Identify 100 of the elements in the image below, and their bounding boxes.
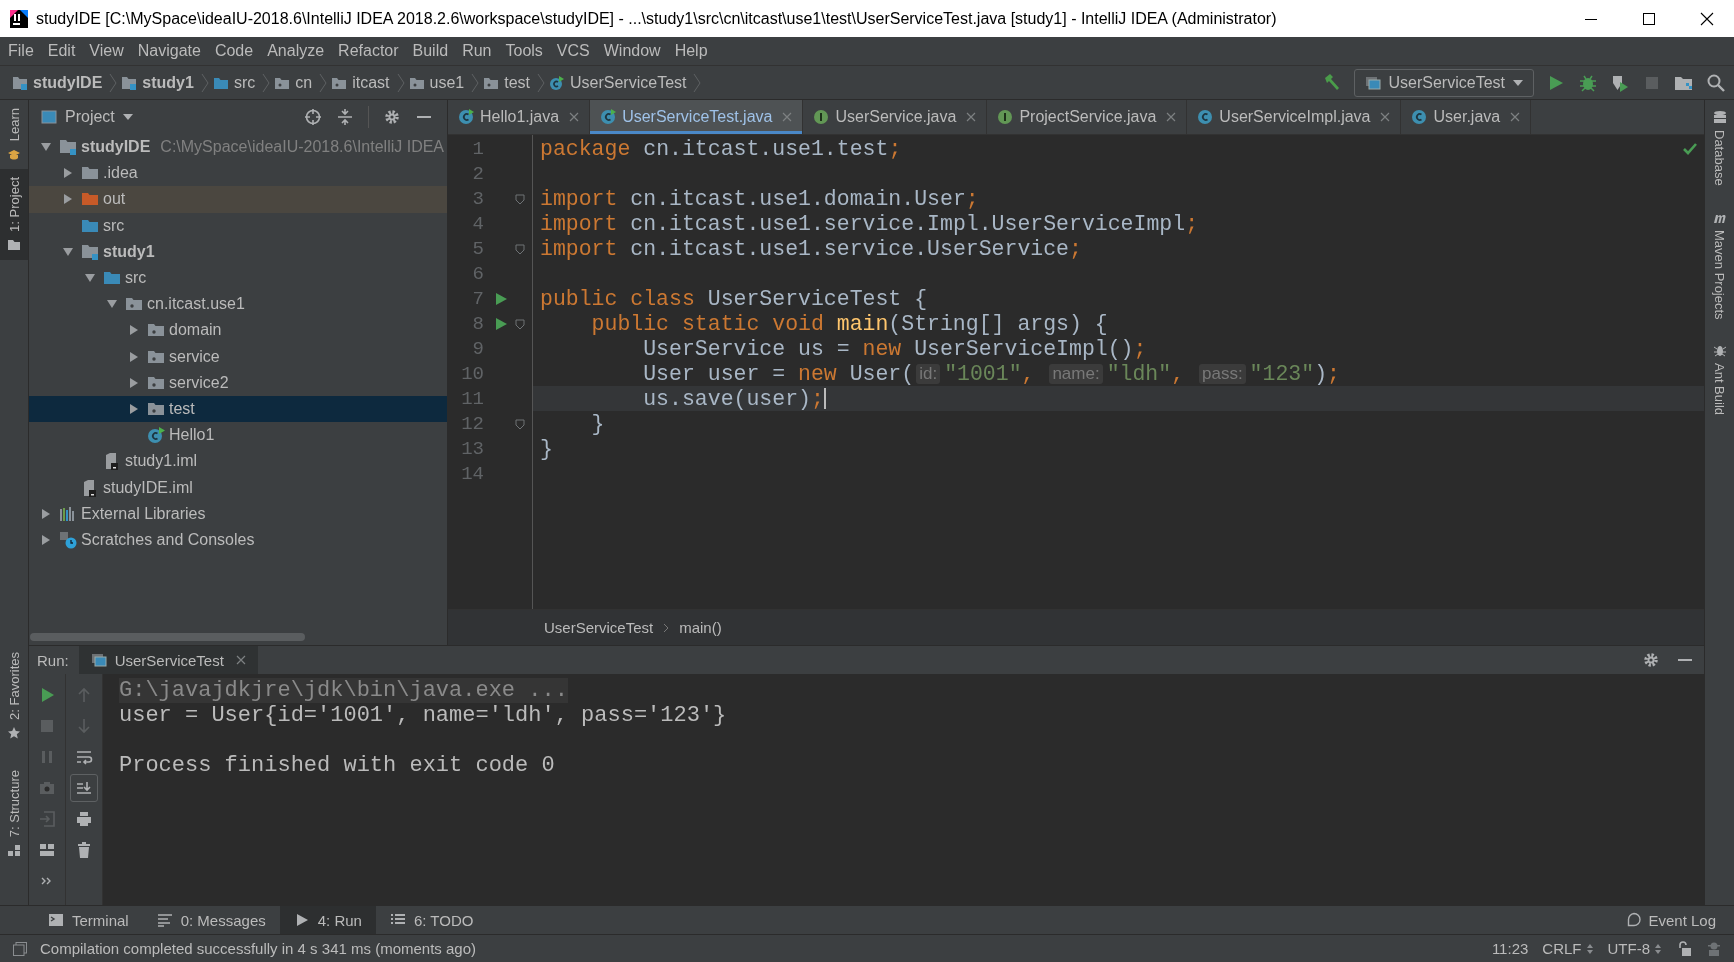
tool-window-tab[interactable]: 0: Messages [142,906,280,934]
run-icon[interactable] [494,291,508,306]
tool-window-tab[interactable]: 1: Project [0,169,28,261]
tool-window-tab[interactable]: 6: TODO [375,906,488,934]
menu-item[interactable]: View [82,42,131,60]
collapsed-arrow-icon[interactable] [128,402,140,415]
expanded-arrow-icon[interactable] [62,245,74,258]
camera-icon[interactable] [38,779,56,797]
tool-window-tab[interactable]: Learn [0,100,28,170]
settings-icon[interactable] [383,108,401,126]
tree-item[interactable]: External Libraries [29,500,447,527]
tree-item[interactable]: service2 [29,369,447,396]
breadcrumb-item[interactable]: itcast [331,72,409,93]
tree-item[interactable]: out [29,186,447,213]
search-icon[interactable] [1706,72,1726,93]
line-number: 3 [471,187,484,210]
unlock-icon[interactable] [1676,940,1692,957]
line-separator-selector[interactable]: CRLF [1542,940,1594,957]
collapsed-arrow-icon[interactable] [40,507,52,520]
fold-icon[interactable] [514,192,526,205]
window-icon[interactable] [12,940,28,957]
tree-item[interactable]: service [29,343,447,370]
breadcrumb-item[interactable]: UserServiceTest [549,72,706,93]
collapsed-arrow-icon[interactable] [128,350,140,363]
menu-item[interactable]: Tools [498,42,550,60]
scroll-to-end-button[interactable] [70,774,98,802]
run-tab[interactable]: UserServiceTest [78,646,258,674]
collapse-icon[interactable] [336,108,354,126]
print-icon[interactable] [75,810,93,828]
soft-wrap-icon[interactable] [75,748,93,766]
editor-tab[interactable]: UserServiceImpl.java [1187,100,1402,134]
menu-item[interactable]: Refactor [331,42,406,60]
tree-item[interactable]: Hello1 [29,422,447,449]
tree-item[interactable]: .idea [29,160,447,187]
close-icon[interactable] [1700,11,1714,26]
tree-item[interactable]: src [29,212,447,239]
menu-item[interactable]: Code [207,42,261,60]
breadcrumb-item[interactable]: src [212,72,275,93]
breadcrumb-item[interactable]: UserServiceTest [544,619,654,636]
tool-window-tab[interactable]: Database [1705,110,1734,186]
tool-window-tab[interactable]: Terminal [34,906,143,934]
collapsed-arrow-icon[interactable] [62,193,74,206]
breadcrumb-item[interactable]: study1 [121,72,213,93]
trash-icon[interactable] [75,841,93,859]
layout-icon[interactable] [38,841,56,859]
tool-window-tab[interactable]: Ant Build [1705,343,1734,416]
menu-item[interactable]: Navigate [130,42,208,60]
tool-window-tab[interactable]: 2: Favorites [0,643,28,748]
menu-item[interactable]: Run [455,42,499,60]
editor-tab[interactable]: UserServiceTest.java [590,100,804,134]
event-log-button[interactable]: Event Log [1626,911,1734,929]
menu-item[interactable]: VCS [549,42,597,60]
fold-icon[interactable] [514,242,526,255]
breadcrumb-item[interactable]: use1 [408,72,484,93]
fold-icon[interactable] [514,417,526,430]
caret-icon[interactable] [122,114,133,120]
breadcrumb-item[interactable]: cn [274,72,332,93]
tree-item[interactable]: domain [29,317,447,344]
menu-item[interactable]: Analyze [260,42,332,60]
tree-item[interactable]: study1.iml [29,448,447,475]
editor-tab[interactable]: User.java [1401,100,1532,134]
tree-item[interactable]: src [29,264,447,292]
breadcrumb-item[interactable]: main() [679,619,722,636]
menu-item[interactable]: Edit [40,42,83,60]
panel-title[interactable]: Project [65,108,115,126]
inspector-icon[interactable] [1706,940,1722,957]
window-icon [41,109,57,125]
cursor-position[interactable]: 11:23 [1491,940,1529,957]
tree-item[interactable]: study1 [29,238,447,265]
menu-item[interactable]: Build [405,42,456,60]
scrollbar-thumb[interactable] [30,633,305,641]
run-configuration-dropdown[interactable]: UserServiceTest [1353,68,1534,97]
tree-item[interactable]: cn.itcast.use1 [29,291,447,318]
tree-item[interactable]: test [29,395,447,423]
menu-item[interactable]: File [1,42,41,60]
tool-window-tab[interactable]: 7: Structure [0,761,28,865]
collapsed-arrow-icon[interactable] [128,376,140,389]
tree-item[interactable]: Scratches and Consoles [29,526,447,553]
encoding-selector[interactable]: UTF-8 [1607,940,1662,957]
run-icon[interactable] [494,316,508,331]
crosshair-icon[interactable] [304,108,322,126]
console-line: Process finished with exit code 0 [119,753,555,778]
settings-icon[interactable] [1642,651,1660,669]
collapsed-arrow-icon[interactable] [62,167,74,180]
collapsed-arrow-icon[interactable] [40,533,52,546]
fold-icon[interactable] [514,317,526,330]
menu-item[interactable]: Help [667,42,715,60]
menu-item[interactable]: Window [596,42,668,60]
tool-window-tab[interactable]: Maven Projects [1705,209,1734,320]
tool-window-tab[interactable]: 4: Run [279,906,376,934]
tree-item[interactable]: studyIDE.iml [29,474,447,501]
collapsed-arrow-icon[interactable] [128,324,140,337]
tree-item[interactable]: studyIDE C:\MySpace\ideaIU-2018.6\IntelliJ IDEA [29,134,447,161]
line-number: 4 [471,212,484,235]
editor-tab[interactable]: ProjectService.java [987,100,1188,134]
maximize-icon[interactable] [1642,11,1656,26]
breadcrumb-item[interactable]: test [483,72,549,93]
code-line: User user = new User( id: "1001", name: "ldh", pass: "123"); [642,361,1340,386]
editor-tab[interactable]: UserService.java [803,100,988,134]
breadcrumb-item[interactable]: studyIDE [12,72,122,93]
